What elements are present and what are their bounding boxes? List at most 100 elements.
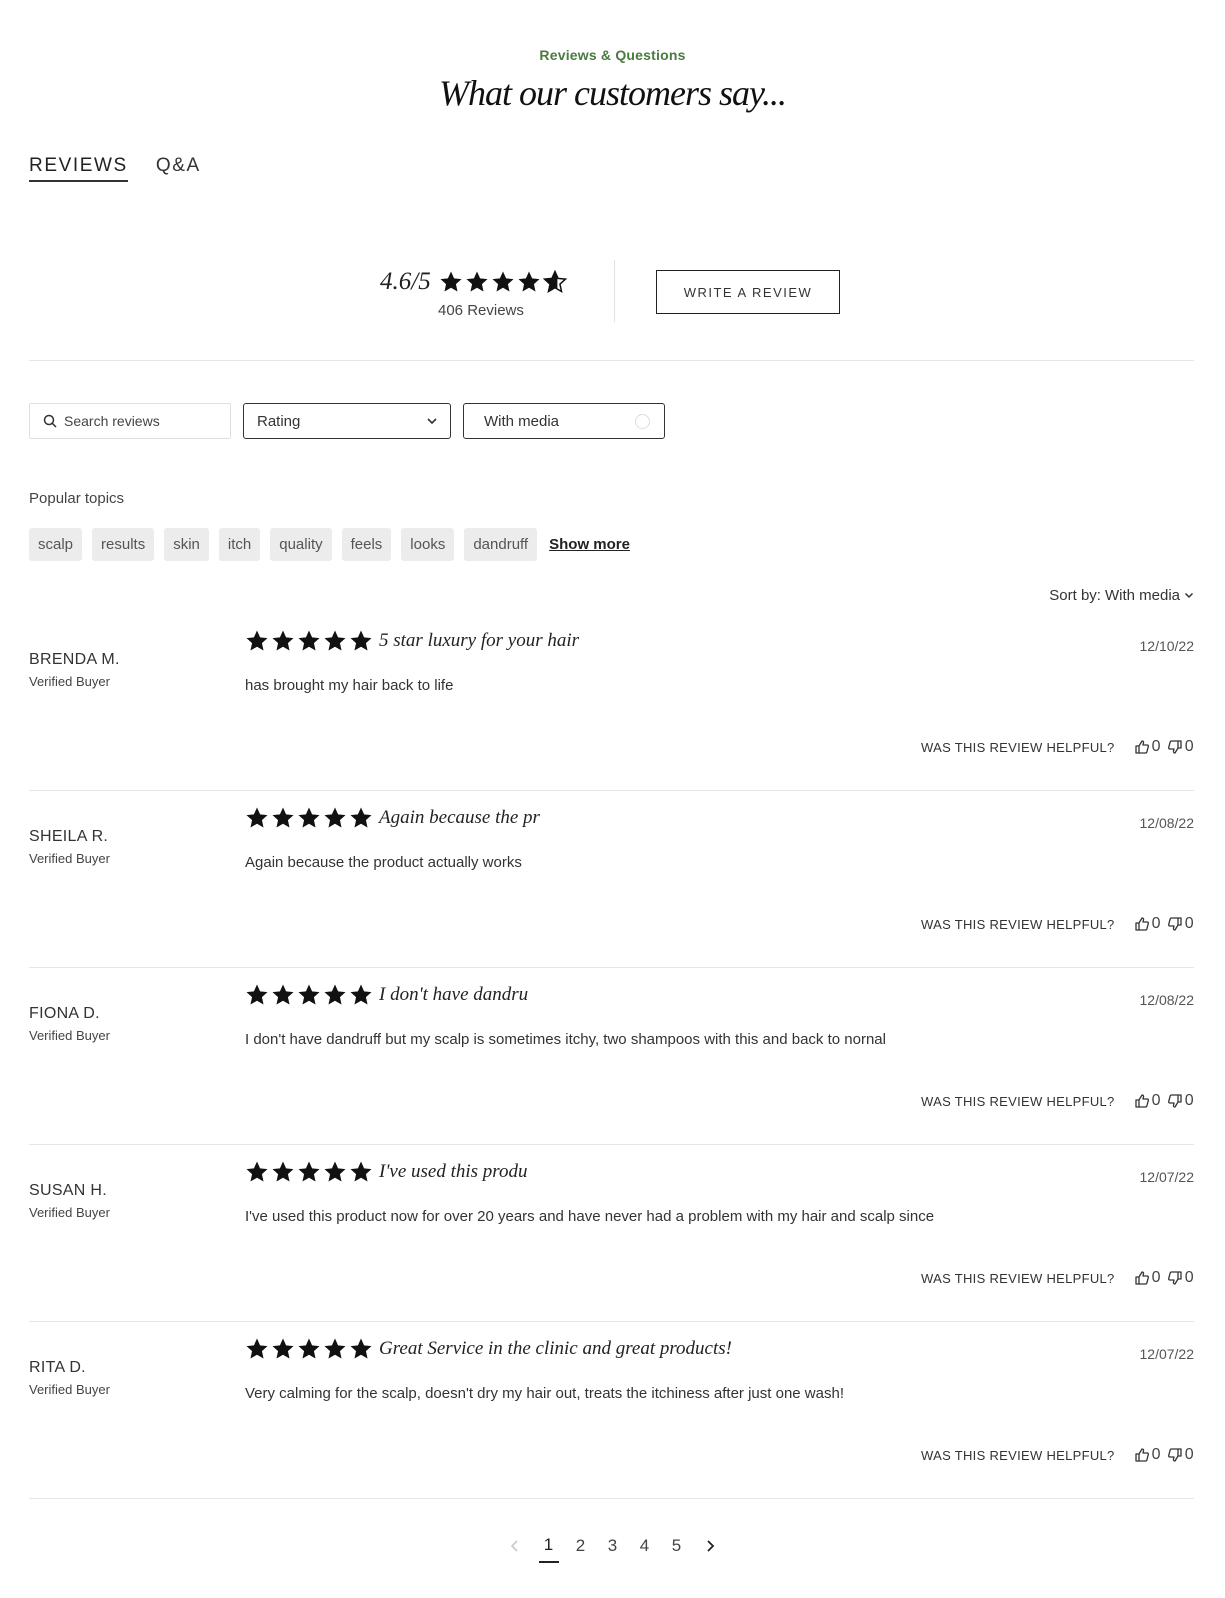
star-icon [324,807,346,828]
verified-buyer-badge: Verified Buyer [29,674,110,689]
pagination: 1 2 3 4 5 [0,1535,1225,1563]
vote-down-button[interactable]: 0 [1167,738,1194,756]
star-icon [324,1161,346,1182]
rating-summary: 4.6/5 406 Reviews WRITE A REVIEW [0,260,1225,324]
review-stars [245,1160,373,1184]
topic-chip[interactable]: quality [270,528,332,561]
reviewer-name: FIONA D. [29,1005,100,1022]
thumbs-down-icon [1167,1094,1182,1108]
review-stars [245,983,373,1007]
show-more-link[interactable]: Show more [549,536,630,553]
popular-topics-label: Popular topics [29,490,125,507]
rating-select[interactable]: Rating [243,403,451,439]
star-icon [350,1161,372,1182]
vote-up-button[interactable]: 0 [1134,1446,1161,1464]
star-icon [246,630,268,651]
helpful-votes: WAS THIS REVIEW HELPFUL? 0 0 [921,738,1194,756]
star-icon [350,984,372,1005]
toggle-indicator [635,413,650,429]
topic-chip[interactable]: itch [218,528,261,561]
page-link[interactable]: 1 [538,1535,559,1563]
summary-divider [614,260,615,322]
vote-down-button[interactable]: 0 [1167,915,1194,933]
sort-value: With media [1104,587,1180,604]
vote-down-count: 0 [1184,1446,1194,1463]
vote-down-button[interactable]: 0 [1167,1446,1194,1464]
vote-up-button[interactable]: 0 [1134,738,1161,756]
star-icon [324,630,346,651]
helpful-votes: WAS THIS REVIEW HELPFUL? 0 0 [921,915,1194,933]
review-count: 406 Reviews [438,302,524,319]
tab-reviews[interactable]: REVIEWS [29,155,128,182]
review-title: Again because the pr [379,807,540,828]
star-icon [298,630,320,651]
vote-down-button[interactable]: 0 [1167,1269,1194,1287]
vote-up-button[interactable]: 0 [1134,1092,1161,1110]
star-icon [350,630,372,651]
chevron-down-icon [1184,592,1194,599]
star-icon [246,807,268,828]
verified-buyer-badge: Verified Buyer [29,1205,110,1220]
reviewer-name: BRENDA M. [29,651,120,668]
section-headline: What our customers say... [439,73,787,113]
review-stars [245,1337,373,1361]
topic-chip[interactable]: results [92,528,155,561]
helpful-votes: WAS THIS REVIEW HELPFUL? 0 0 [921,1269,1194,1287]
vote-up-count: 0 [1151,915,1161,932]
average-stars [439,270,567,294]
search-input[interactable] [64,413,224,429]
topic-chip[interactable]: looks [401,528,455,561]
review-body: I've used this product now for over 20 y… [245,1208,935,1225]
thumbs-down-icon [1167,1271,1182,1285]
rating-select-label: Rating [257,412,301,430]
star-icon [298,1161,320,1182]
with-media-toggle[interactable]: With media [463,403,665,439]
review-body: Very calming for the scalp, doesn't dry … [245,1385,844,1402]
page-link[interactable]: 3 [603,1536,623,1562]
review-card: FIONA D. Verified Buyer I don't have dandr… [29,969,1194,1145]
vote-down-button[interactable]: 0 [1167,1092,1194,1110]
star-icon [466,271,488,292]
review-date: 12/10/22 [1139,638,1195,654]
chevron-left-icon [510,1540,518,1552]
helpful-question: WAS THIS REVIEW HELPFUL? [921,916,1115,932]
topic-chip[interactable]: feels [341,528,392,561]
review-card: BRENDA M. Verified Buyer 5 star luxury for… [29,615,1194,791]
topic-chip[interactable]: dandruff [464,528,538,561]
search-field[interactable] [29,403,231,439]
page-link[interactable]: 2 [571,1536,591,1562]
reviewer-name: SUSAN H. [29,1182,107,1199]
sort-label: Sort by: [1049,587,1101,604]
review-date: 12/08/22 [1139,815,1195,831]
vote-up-button[interactable]: 0 [1134,915,1161,933]
thumbs-up-icon [1134,740,1149,754]
topic-chip[interactable]: skin [164,528,209,561]
star-icon [298,984,320,1005]
helpful-question: WAS THIS REVIEW HELPFUL? [921,1447,1115,1463]
thumbs-down-icon [1167,1448,1182,1462]
star-icon [350,807,372,828]
review-body: I don't have dandruff but my scalp is so… [245,1031,886,1048]
star-icon [298,807,320,828]
review-card: SUSAN H. Verified Buyer I've used this pro… [29,1146,1194,1322]
page-link[interactable]: 4 [635,1536,655,1562]
prev-page-button[interactable] [503,1537,527,1561]
verified-buyer-badge: Verified Buyer [29,1028,110,1043]
topic-chip[interactable]: scalp [29,528,83,561]
review-title: Great Service in the clinic and great pr… [379,1338,732,1359]
star-icon [272,1161,294,1182]
next-page-button[interactable] [699,1537,723,1561]
write-review-button[interactable]: WRITE A REVIEW [656,270,840,314]
vote-down-count: 0 [1184,1092,1194,1109]
thumbs-up-icon [1134,1448,1149,1462]
vote-up-button[interactable]: 0 [1134,1269,1161,1287]
page-link[interactable]: 5 [667,1536,687,1562]
helpful-question: WAS THIS REVIEW HELPFUL? [921,1270,1115,1286]
thumbs-up-icon [1134,917,1149,931]
tab-qa[interactable]: Q&A [156,155,201,182]
with-media-label: With media [484,412,560,430]
verified-buyer-badge: Verified Buyer [29,851,110,866]
sort-dropdown[interactable]: Sort by: With media [1049,587,1194,604]
tab-bar: REVIEWS Q&A [29,155,201,182]
verified-buyer-badge: Verified Buyer [29,1382,110,1397]
